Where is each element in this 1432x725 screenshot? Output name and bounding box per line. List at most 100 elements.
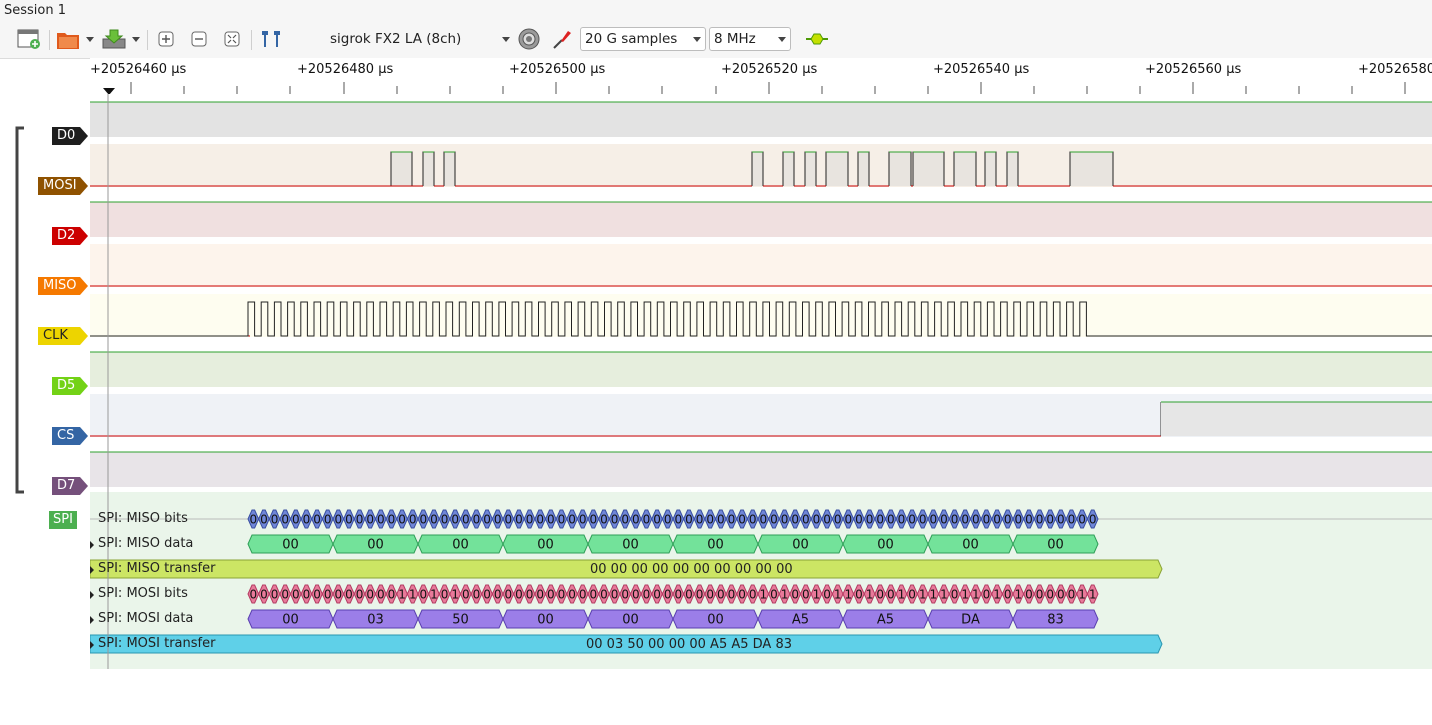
zoom-in-icon[interactable] — [153, 26, 179, 52]
mosi-bit-text: 0 — [377, 588, 385, 602]
miso-bit-text: 0 — [951, 513, 959, 527]
decoder-row-mosi-data[interactable]: SPI: MOSI data — [98, 611, 193, 626]
decoder-row-mosi-bits[interactable]: SPI: MOSI bits — [98, 586, 188, 601]
mosi-byte-text: A5 — [877, 613, 894, 628]
mosi-bit-text: 0 — [292, 588, 300, 602]
miso-bit-text: 0 — [834, 513, 842, 527]
miso-bit-text: 0 — [611, 513, 619, 527]
mosi-byte-text: 00 — [622, 613, 639, 628]
mosi-bit-text: 0 — [462, 588, 470, 602]
expand-caret[interactable] — [90, 566, 94, 574]
miso-byte-text: 00 — [367, 538, 384, 553]
zoom-fit-icon[interactable] — [219, 26, 245, 52]
sample-count-select[interactable]: 20 G samples — [580, 27, 706, 51]
miso-bit-text: 0 — [1004, 513, 1012, 527]
miso-bit-text: 0 — [388, 513, 396, 527]
probe-icon[interactable] — [549, 26, 575, 52]
mosi-bit-text: 0 — [547, 588, 555, 602]
miso-bit-text: 0 — [929, 513, 937, 527]
zoom-out-icon[interactable] — [186, 26, 212, 52]
mosi-byte-text: 83 — [1047, 613, 1064, 628]
save-dropdown-arrow[interactable] — [130, 26, 142, 52]
miso-byte-text: 00 — [452, 538, 469, 553]
ruler-ticks — [103, 82, 1406, 94]
expand-caret[interactable] — [90, 616, 94, 624]
new-view-icon[interactable] — [14, 26, 44, 52]
mosi-bit-text: 0 — [685, 588, 693, 602]
miso-bit-text: 0 — [749, 513, 757, 527]
miso-bit-text: 0 — [568, 513, 576, 527]
mosi-bit-text: 0 — [334, 588, 342, 602]
samplerate-select[interactable]: 8 MHz — [709, 27, 791, 51]
miso-bit-text: 0 — [1014, 513, 1022, 527]
miso-bit-text: 0 — [515, 513, 523, 527]
miso-bit-text: 0 — [993, 513, 1001, 527]
mosi-bit-text: 0 — [664, 588, 672, 602]
miso-bit-text: 0 — [972, 513, 980, 527]
expand-caret[interactable] — [90, 591, 94, 599]
miso-bit-text: 0 — [844, 513, 852, 527]
open-file-icon[interactable] — [54, 26, 82, 52]
miso-bit-text: 0 — [419, 513, 427, 527]
mosi-bit-text: 0 — [728, 588, 736, 602]
decoder-row-miso-bits[interactable]: SPI: MISO bits — [98, 511, 188, 526]
channel-label-miso[interactable]: MISO — [38, 277, 88, 295]
mosi-bit-text: 0 — [515, 588, 523, 602]
mosi-bit-text: 0 — [313, 588, 321, 602]
miso-bit-text: 0 — [292, 513, 300, 527]
miso-bit-text: 0 — [334, 513, 342, 527]
mosi-byte-text: DA — [961, 613, 980, 628]
mosi-bit-text: 0 — [653, 588, 661, 602]
mosi-bit-text: 0 — [802, 588, 810, 602]
mosi-bit-text: 0 — [643, 588, 651, 602]
miso-bit-text: 0 — [271, 513, 279, 527]
miso-bit-text: 0 — [451, 513, 459, 527]
miso-bit-text: 0 — [494, 513, 502, 527]
run-icon[interactable] — [803, 26, 831, 52]
mosi-bit-text: 0 — [887, 588, 895, 602]
cursor-icon[interactable] — [258, 26, 284, 52]
mosi-bit-text: 0 — [632, 588, 640, 602]
mosi-bit-text: 0 — [1057, 588, 1065, 602]
miso-bit-text: 0 — [908, 513, 916, 527]
miso-bit-text: 0 — [738, 513, 746, 527]
mosi-bit-text: 0 — [483, 588, 491, 602]
trace-view[interactable]: 0000000000000000000000000000000000000000… — [90, 94, 1432, 669]
miso-byte-text: 00 — [1047, 538, 1064, 553]
channel-label-clk[interactable]: CLK — [38, 327, 88, 345]
device-selector[interactable]: sigrok FX2 LA (8ch) — [330, 28, 514, 50]
expand-caret[interactable] — [90, 641, 94, 649]
mosi-bit-text: 0 — [611, 588, 619, 602]
mosi-byte-text: 03 — [367, 613, 384, 628]
mosi-bit-text: 0 — [388, 588, 396, 602]
open-dropdown-arrow[interactable] — [84, 26, 96, 52]
mosi-bit-text: 1 — [1089, 588, 1097, 602]
expand-caret[interactable] — [90, 541, 94, 549]
decoder-row-miso-data[interactable]: SPI: MISO data — [98, 536, 193, 551]
mosi-bit-text: 0 — [1025, 588, 1033, 602]
mosi-transfer-value: 00 03 50 00 00 00 A5 A5 DA 83 — [586, 637, 792, 652]
mosi-byte-text: 00 — [282, 613, 299, 628]
sample-count-value: 20 G samples — [585, 31, 678, 47]
miso-bit-text: 0 — [356, 513, 364, 527]
miso-bit-text: 0 — [876, 513, 884, 527]
mosi-bit-text: 1 — [430, 588, 438, 602]
decoder-tag[interactable]: SPI — [49, 511, 77, 529]
channel-label-mosi[interactable]: MOSI — [38, 177, 88, 195]
miso-bit-text: 0 — [430, 513, 438, 527]
mosi-bit-text: 0 — [983, 588, 991, 602]
mosi-bit-text: 0 — [356, 588, 364, 602]
mosi-bit-text: 0 — [908, 588, 916, 602]
miso-bit-text: 0 — [398, 513, 406, 527]
mosi-bit-text: 0 — [1036, 588, 1044, 602]
miso-bit-text: 0 — [526, 513, 534, 527]
miso-bit-text: 0 — [313, 513, 321, 527]
decoder-row-miso-transfer[interactable]: SPI: MISO transfer — [98, 561, 215, 576]
save-icon[interactable] — [100, 26, 128, 52]
mosi-bit-text: 1 — [844, 588, 852, 602]
miso-bit-text: 0 — [589, 513, 597, 527]
configure-device-icon[interactable] — [516, 26, 542, 52]
miso-bit-text: 0 — [441, 513, 449, 527]
decoder-row-mosi-transfer[interactable]: SPI: MOSI transfer — [98, 636, 215, 651]
time-ruler[interactable]: +20526460 µs +20526480 µs +20526500 µs +… — [90, 58, 1432, 94]
